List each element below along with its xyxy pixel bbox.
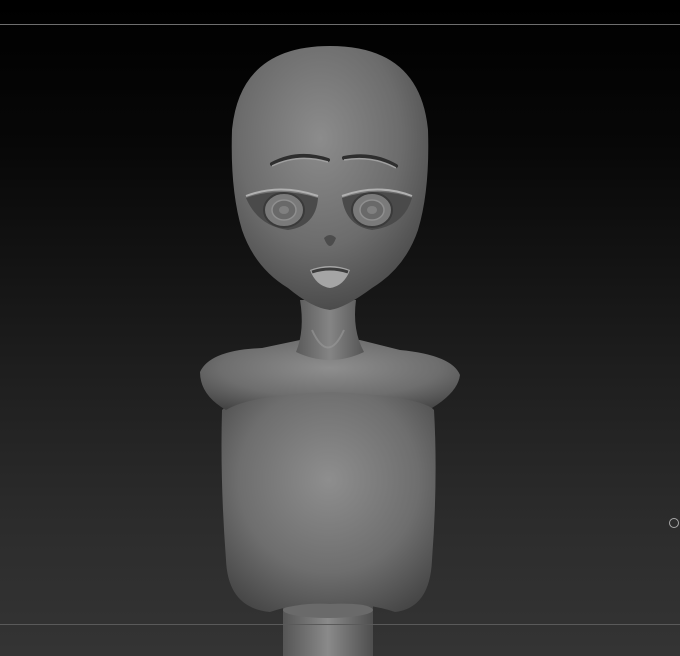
circle-outline-icon[interactable] [669, 518, 679, 528]
stand-post [283, 600, 373, 656]
sculpt-model[interactable] [0, 0, 680, 656]
sculpt-viewport[interactable] [0, 0, 680, 656]
viewport-bottom-border [0, 624, 680, 625]
torso [221, 392, 436, 612]
